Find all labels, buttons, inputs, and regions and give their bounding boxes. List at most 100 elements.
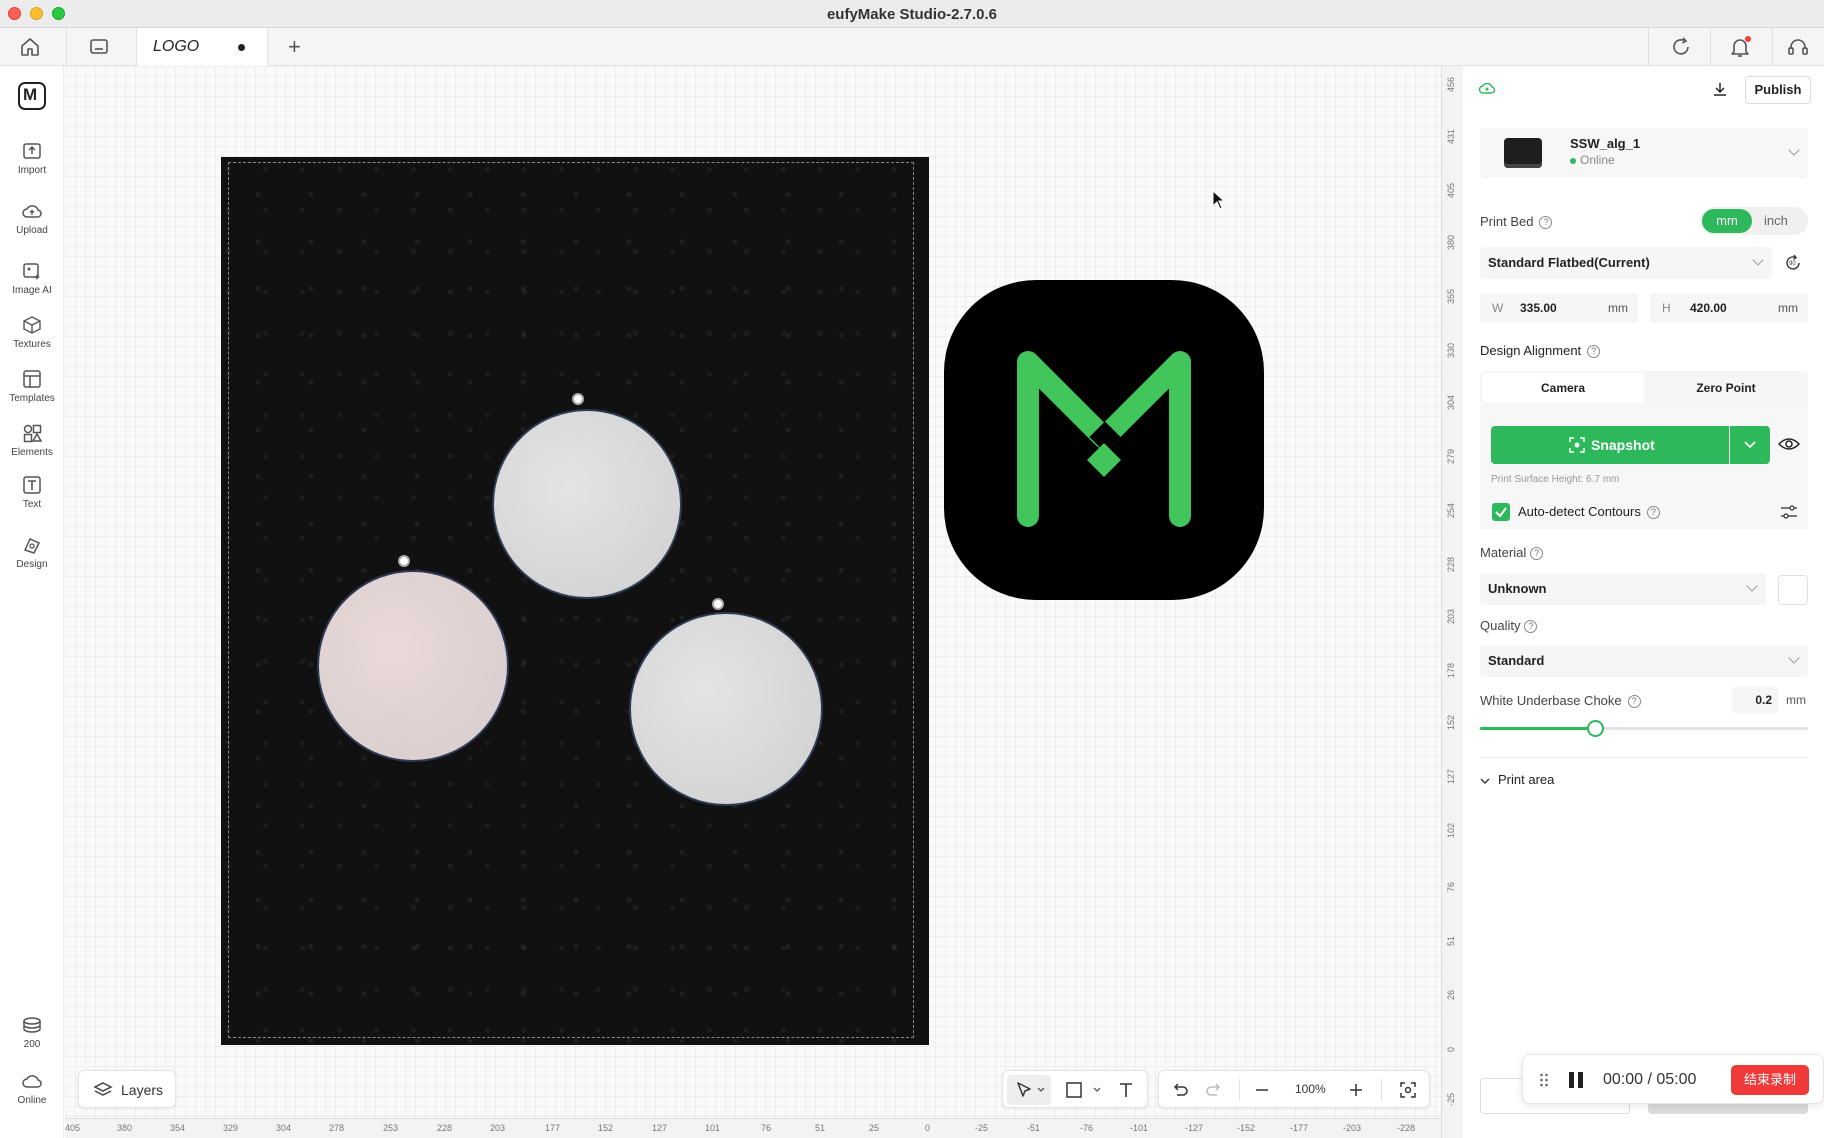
left-sidebar: M Import Upload Image AI Textures Templa… (0, 66, 64, 1138)
sidebar-item-upload[interactable]: Upload (0, 200, 64, 256)
ruler-tick: 0 (1446, 1046, 1456, 1052)
notification-button[interactable] (1728, 36, 1752, 58)
snapshot-options-button[interactable] (1730, 426, 1770, 464)
choke-slider-fill (1480, 727, 1595, 730)
online-status-label: Online (17, 1095, 47, 1106)
choke-slider-handle[interactable] (1586, 720, 1604, 737)
zoom-level[interactable]: 100% (1295, 1082, 1326, 1096)
ruler-tick: 127 (1446, 768, 1456, 784)
sidebar-item-textures[interactable]: Textures (0, 314, 64, 370)
material-select[interactable]: Unknown (1480, 573, 1766, 605)
app-logo-icon[interactable]: M (18, 82, 46, 110)
tab-zero-point[interactable]: Zero Point (1646, 373, 1806, 403)
bed-type-select[interactable]: Standard Flatbed(Current) (1480, 247, 1772, 279)
chevron-down-icon[interactable] (1037, 1087, 1045, 1093)
sidebar-item-import[interactable]: Import (0, 140, 64, 196)
redo-icon[interactable] (1203, 1079, 1225, 1101)
sidebar-item-templates[interactable]: Templates (0, 368, 64, 424)
rotate-handle[interactable] (712, 598, 724, 610)
support-headset-icon[interactable] (1786, 36, 1810, 58)
circle-object-left[interactable] (317, 570, 509, 762)
material-color-swatch[interactable] (1778, 575, 1808, 605)
print-surface-height: Print Surface Height: 6.7 mm (1491, 474, 1620, 485)
device-selector[interactable]: SSW_alg_1 Online (1480, 128, 1808, 178)
unit-toggle[interactable]: mm inch (1700, 207, 1808, 235)
choke-text: White Underbase Choke (1480, 693, 1622, 708)
tab-bar: LOGO + (0, 28, 1824, 66)
toolbar-divider (1381, 1079, 1382, 1101)
sidebar-item-text[interactable]: Text (0, 474, 64, 530)
tab-camera[interactable]: Camera (1482, 373, 1644, 403)
ruler-tick: -25 (975, 1123, 989, 1133)
text-icon (23, 476, 41, 494)
chevron-down-icon (1752, 254, 1764, 266)
height-field[interactable]: H 420.00 mm (1650, 293, 1808, 323)
circle-object-right[interactable] (629, 612, 823, 806)
fit-to-screen-icon[interactable] (1397, 1079, 1419, 1101)
ruler-tick: -51 (1027, 1123, 1041, 1133)
online-dot (1570, 157, 1576, 164)
download-icon[interactable] (1711, 80, 1729, 98)
zoom-out-icon[interactable] (1251, 1079, 1273, 1101)
help-icon[interactable]: ? (1530, 547, 1544, 561)
auto-detect-checkbox[interactable] (1492, 503, 1510, 521)
drag-handle-icon[interactable] (1539, 1072, 1549, 1088)
undo-icon[interactable] (1169, 1079, 1191, 1101)
select-arrow-icon[interactable] (1013, 1079, 1035, 1101)
rotate-handle[interactable] (572, 393, 584, 405)
print-area-section[interactable]: Print area (1480, 772, 1554, 787)
sidebar-item-image-ai[interactable]: Image AI (0, 260, 64, 316)
sidebar-item-elements[interactable]: Elements (0, 422, 64, 478)
device-status: Online (1570, 153, 1615, 167)
stop-recording-button[interactable]: 结束录制 (1731, 1065, 1809, 1095)
shape-rectangle-icon[interactable] (1063, 1079, 1085, 1101)
printer-image (1504, 138, 1542, 168)
refresh-icon[interactable] (1670, 36, 1694, 58)
snapshot-button[interactable]: Snapshot (1491, 426, 1729, 464)
settings-sliders-icon[interactable] (1780, 504, 1798, 520)
device-status-text: Online (1580, 153, 1615, 167)
layers-label: Layers (121, 1082, 164, 1098)
unit-inch-option[interactable]: inch (1764, 213, 1788, 228)
ruler-tick: 279 (1446, 448, 1456, 464)
help-icon[interactable]: ? (1524, 620, 1538, 634)
ruler-tick: -127 (1185, 1123, 1204, 1133)
section-divider (1480, 757, 1808, 758)
sidebar-item-design[interactable]: Design (0, 534, 64, 590)
print-area-border (228, 162, 914, 1038)
publish-button[interactable]: Publish (1745, 76, 1811, 104)
help-icon[interactable]: ? (1627, 695, 1641, 709)
choke-input[interactable]: 0.2 (1732, 686, 1778, 714)
projects-icon[interactable] (88, 37, 110, 57)
height-unit: mm (1778, 301, 1798, 315)
ruler-tick: 203 (490, 1123, 506, 1133)
rotate-90-icon[interactable]: 90 (1782, 252, 1804, 274)
cloud-sync-icon[interactable] (1478, 80, 1496, 96)
unit-mm-option[interactable]: mm (1702, 209, 1752, 233)
sidebar-item-credits[interactable]: 200 (0, 1014, 64, 1070)
zoom-in-icon[interactable] (1345, 1079, 1367, 1101)
width-field[interactable]: W 335.00 mm (1480, 293, 1638, 323)
chevron-down-icon[interactable] (1093, 1087, 1101, 1093)
choke-slider[interactable] (1480, 720, 1808, 737)
ruler-tick: 431 (1446, 128, 1456, 144)
design-alignment-label: Design Alignment? (1480, 343, 1601, 359)
rotate-handle[interactable] (398, 555, 410, 567)
home-icon[interactable] (18, 36, 42, 58)
circle-object-top[interactable] (492, 409, 682, 599)
help-icon[interactable]: ? (1539, 216, 1553, 230)
eye-icon[interactable] (1778, 436, 1800, 452)
help-icon[interactable]: ? (1587, 345, 1601, 359)
tab-logo[interactable]: LOGO (136, 28, 268, 66)
logo-design-object[interactable] (944, 280, 1264, 600)
help-icon[interactable]: ? (1646, 506, 1660, 520)
new-tab-button[interactable]: + (288, 34, 301, 60)
text-tool-icon[interactable] (1115, 1079, 1137, 1101)
sidebar-item-online[interactable]: Online (0, 1070, 64, 1126)
pause-icon[interactable] (1567, 1070, 1585, 1090)
layers-button[interactable]: Layers (78, 1070, 176, 1108)
cloud-icon (22, 1075, 42, 1088)
ruler-tick: 304 (276, 1123, 292, 1133)
title-bar: eufyMake Studio-2.7.0.6 (0, 0, 1824, 28)
quality-select[interactable]: Standard (1480, 645, 1808, 677)
